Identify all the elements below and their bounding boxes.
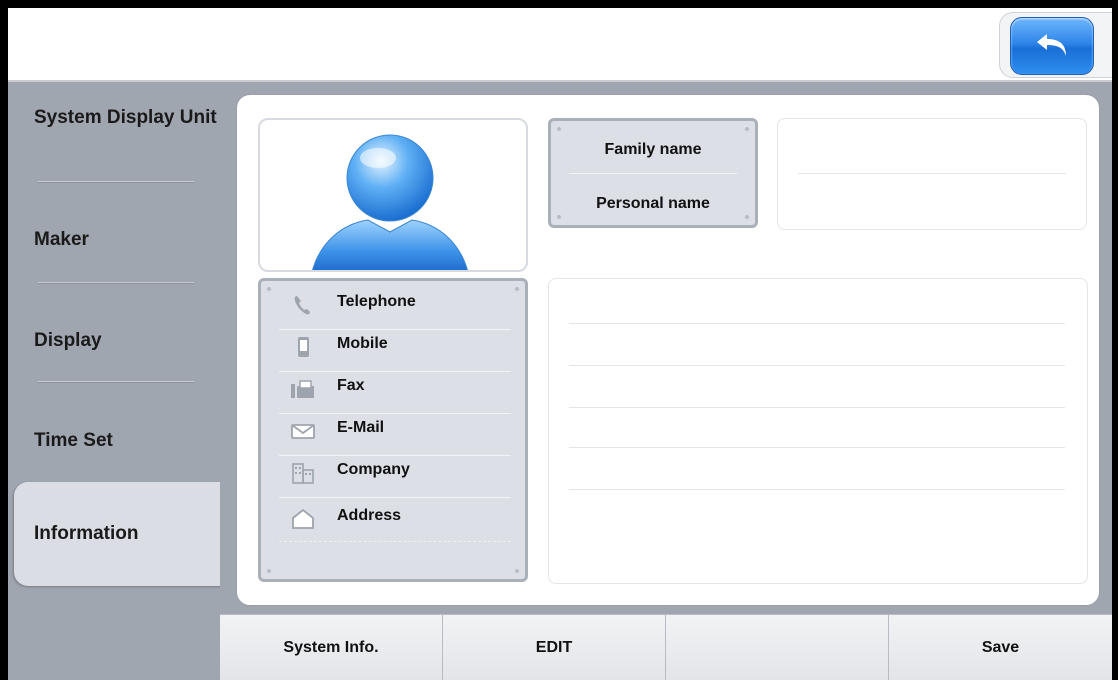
contact-value-divider: [569, 407, 1065, 408]
screw: [557, 215, 561, 219]
screw: [515, 569, 519, 573]
save-button[interactable]: Save: [889, 615, 1112, 680]
contact-row-email: E-Mail: [279, 411, 511, 451]
address-label: Address: [337, 507, 402, 524]
company-label: Company: [337, 461, 410, 478]
sidebar-item-maker[interactable]: Maker: [8, 228, 220, 252]
contact-divider: [279, 541, 511, 543]
contact-values-panel: [548, 278, 1088, 584]
telephone-label: Telephone: [337, 293, 416, 310]
bottom-toolbar: System Info. EDIT Save: [220, 614, 1112, 680]
contact-row-company: Company: [279, 453, 511, 493]
sidebar-divider: [38, 381, 194, 383]
mobile-icon: [298, 337, 309, 357]
contact-value-divider: [569, 365, 1065, 366]
mobile-field[interactable]: [569, 331, 1065, 361]
email-field[interactable]: [569, 415, 1065, 445]
information-screen: System Display Unit Maker Display Time S…: [8, 8, 1112, 680]
contact-value-divider: [569, 489, 1065, 490]
screw: [557, 127, 561, 131]
name-values-panel: [777, 118, 1087, 230]
address-icon: [292, 508, 314, 529]
screw: [515, 287, 519, 291]
contact-divider: [279, 497, 511, 498]
fax-label: Fax: [337, 377, 365, 394]
contact-value-divider: [569, 447, 1065, 448]
sidebar-item-time-set[interactable]: Time Set: [8, 429, 220, 453]
personal-name-field[interactable]: [798, 183, 1066, 213]
name-value-divider: [798, 173, 1066, 174]
screw: [267, 569, 271, 573]
contact-value-divider: [569, 323, 1065, 324]
telephone-field[interactable]: [569, 289, 1065, 319]
screw: [267, 287, 271, 291]
fax-field[interactable]: [569, 373, 1065, 403]
contact-row-telephone: Telephone: [279, 285, 511, 325]
contact-row-address: Address: [279, 499, 511, 539]
avatar[interactable]: [258, 118, 528, 272]
contact-row-mobile: Mobile: [279, 327, 511, 367]
back-arrow-icon: [1037, 34, 1066, 56]
edit-button[interactable]: EDIT: [443, 615, 666, 680]
sidebar-divider: [38, 282, 194, 284]
company-icon: [292, 463, 314, 484]
contact-labels-panel: Telephone Mobile Fax E-Mail Company Addr…: [258, 278, 528, 582]
sidebar-item-information[interactable]: Information: [8, 522, 220, 546]
email-label: E-Mail: [337, 419, 385, 436]
company-field[interactable]: [569, 455, 1065, 485]
sidebar-divider: [38, 181, 194, 183]
personal-name-label: Personal name: [596, 195, 710, 212]
address-field[interactable]: [569, 497, 1065, 557]
empty-toolbar-slot: [666, 615, 889, 680]
back-button-holder: [999, 12, 1112, 78]
sidebar-item-system-display-unit[interactable]: System Display Unit: [8, 106, 220, 130]
screw: [745, 127, 749, 131]
back-button[interactable]: [1010, 17, 1094, 75]
family-name-field[interactable]: [798, 135, 1066, 165]
name-divider: [569, 173, 737, 174]
telephone-icon: [294, 296, 310, 315]
system-info-button[interactable]: System Info.: [220, 615, 443, 680]
top-bar: [8, 8, 1112, 82]
mobile-label: Mobile: [337, 335, 388, 352]
name-labels-panel: Family name Personal name: [548, 118, 758, 228]
fax-icon: [291, 380, 314, 398]
email-icon: [291, 424, 315, 439]
sidebar: System Display Unit Maker Display Time S…: [8, 82, 224, 680]
sidebar-item-display[interactable]: Display: [8, 329, 220, 353]
contact-row-fax: Fax: [279, 369, 511, 409]
person-icon: [312, 134, 468, 270]
screw: [745, 215, 749, 219]
family-name-label: Family name: [604, 141, 702, 158]
